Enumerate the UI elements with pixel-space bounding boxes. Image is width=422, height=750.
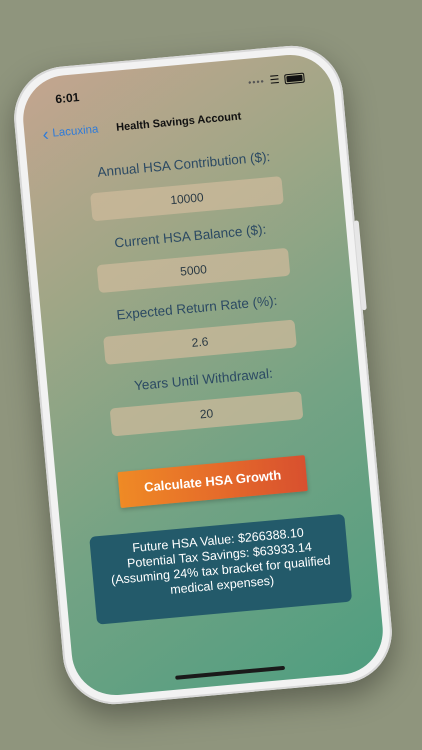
back-button-label: Lacuxina	[51, 123, 99, 140]
status-icons: •••• ☰	[248, 71, 305, 89]
signal-icon: ••••	[247, 75, 266, 88]
battery-icon	[284, 72, 305, 84]
contribution-label: Annual HSA Contribution ($):	[96, 149, 271, 180]
years-label: Years Until Withdrawal:	[133, 365, 274, 394]
phone-mockup: 6:01 •••• ☰ ‹ Lacuxina Health Savings Ac…	[9, 41, 397, 709]
home-indicator[interactable]	[175, 665, 286, 680]
balance-label: Current HSA Balance ($):	[113, 221, 267, 251]
back-button[interactable]: ‹ Lacuxina	[42, 121, 99, 144]
chevron-left-icon: ‹	[41, 124, 50, 145]
result-box: Future HSA Value: $266388.10 Potential T…	[89, 513, 353, 625]
return-rate-label: Expected Return Rate (%):	[115, 292, 278, 323]
status-time: 6:01	[54, 90, 80, 107]
app-store-screenshot: 6:01 •••• ☰ ‹ Lacuxina Health Savings Ac…	[0, 0, 422, 750]
phone-screen: 6:01 •••• ☰ ‹ Lacuxina Health Savings Ac…	[19, 51, 387, 699]
contribution-input[interactable]: 10000	[90, 176, 284, 222]
wifi-icon: ☰	[269, 73, 281, 87]
years-input[interactable]: 20	[109, 391, 304, 437]
calculate-button[interactable]: Calculate HSA Growth	[117, 455, 308, 509]
return-rate-input[interactable]: 2.6	[103, 319, 297, 365]
page-title: Health Savings Account	[115, 110, 242, 134]
balance-input[interactable]: 5000	[96, 247, 291, 294]
